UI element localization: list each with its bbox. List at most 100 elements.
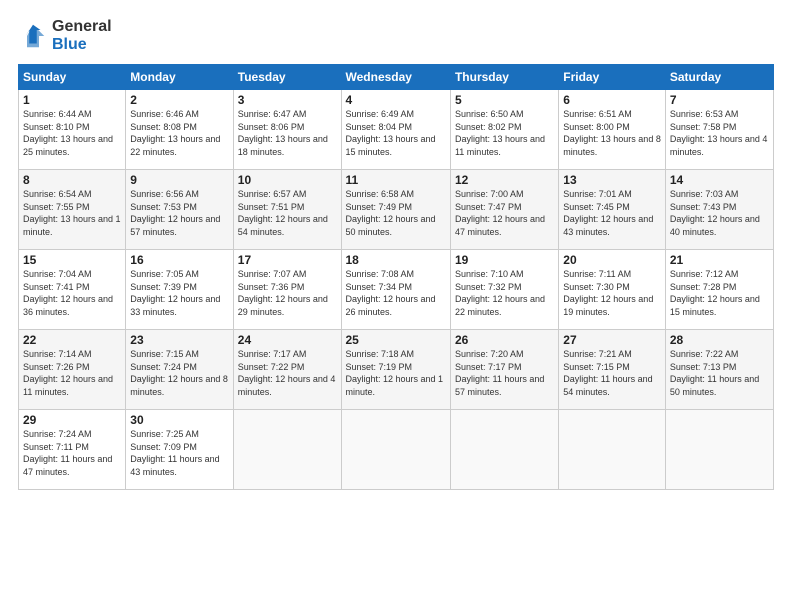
header: General Blue (18, 18, 774, 54)
calendar-day-cell: 7Sunrise: 6:53 AMSunset: 7:58 PMDaylight… (665, 90, 773, 170)
calendar-day-cell: 29Sunrise: 7:24 AMSunset: 7:11 PMDayligh… (19, 410, 126, 490)
calendar-header-sunday: Sunday (19, 65, 126, 90)
day-info: Sunrise: 7:20 AMSunset: 7:17 PMDaylight:… (455, 348, 554, 398)
day-info: Sunrise: 7:17 AMSunset: 7:22 PMDaylight:… (238, 348, 337, 398)
calendar-day-cell: 25Sunrise: 7:18 AMSunset: 7:19 PMDayligh… (341, 330, 450, 410)
day-info: Sunrise: 7:21 AMSunset: 7:15 PMDaylight:… (563, 348, 661, 398)
calendar-day-cell: 14Sunrise: 7:03 AMSunset: 7:43 PMDayligh… (665, 170, 773, 250)
calendar-week-row: 15Sunrise: 7:04 AMSunset: 7:41 PMDayligh… (19, 250, 774, 330)
calendar-day-cell: 17Sunrise: 7:07 AMSunset: 7:36 PMDayligh… (233, 250, 341, 330)
calendar-day-cell: 1Sunrise: 6:44 AMSunset: 8:10 PMDaylight… (19, 90, 126, 170)
day-info: Sunrise: 6:51 AMSunset: 8:00 PMDaylight:… (563, 108, 661, 158)
calendar-day-cell: 20Sunrise: 7:11 AMSunset: 7:30 PMDayligh… (559, 250, 666, 330)
day-info: Sunrise: 7:25 AMSunset: 7:09 PMDaylight:… (130, 428, 228, 478)
logo-text: General Blue (52, 18, 112, 54)
calendar-body: 1Sunrise: 6:44 AMSunset: 8:10 PMDaylight… (19, 90, 774, 490)
calendar-day-cell: 26Sunrise: 7:20 AMSunset: 7:17 PMDayligh… (450, 330, 558, 410)
calendar-empty-cell (341, 410, 450, 490)
day-number: 20 (563, 253, 661, 267)
calendar-day-cell: 18Sunrise: 7:08 AMSunset: 7:34 PMDayligh… (341, 250, 450, 330)
calendar-day-cell: 3Sunrise: 6:47 AMSunset: 8:06 PMDaylight… (233, 90, 341, 170)
day-info: Sunrise: 7:18 AMSunset: 7:19 PMDaylight:… (346, 348, 446, 398)
day-info: Sunrise: 7:05 AMSunset: 7:39 PMDaylight:… (130, 268, 228, 318)
day-number: 24 (238, 333, 337, 347)
day-number: 10 (238, 173, 337, 187)
day-number: 16 (130, 253, 228, 267)
calendar-empty-cell (450, 410, 558, 490)
calendar-day-cell: 28Sunrise: 7:22 AMSunset: 7:13 PMDayligh… (665, 330, 773, 410)
day-info: Sunrise: 7:07 AMSunset: 7:36 PMDaylight:… (238, 268, 337, 318)
day-info: Sunrise: 6:56 AMSunset: 7:53 PMDaylight:… (130, 188, 228, 238)
logo-icon (18, 21, 48, 51)
day-number: 30 (130, 413, 228, 427)
calendar-day-cell: 24Sunrise: 7:17 AMSunset: 7:22 PMDayligh… (233, 330, 341, 410)
day-number: 15 (23, 253, 121, 267)
calendar-table: SundayMondayTuesdayWednesdayThursdayFrid… (18, 64, 774, 490)
day-info: Sunrise: 7:24 AMSunset: 7:11 PMDaylight:… (23, 428, 121, 478)
day-number: 7 (670, 93, 769, 107)
day-info: Sunrise: 6:53 AMSunset: 7:58 PMDaylight:… (670, 108, 769, 158)
day-number: 22 (23, 333, 121, 347)
calendar-day-cell: 22Sunrise: 7:14 AMSunset: 7:26 PMDayligh… (19, 330, 126, 410)
day-info: Sunrise: 6:57 AMSunset: 7:51 PMDaylight:… (238, 188, 337, 238)
day-number: 25 (346, 333, 446, 347)
day-number: 23 (130, 333, 228, 347)
day-number: 28 (670, 333, 769, 347)
day-number: 5 (455, 93, 554, 107)
day-number: 9 (130, 173, 228, 187)
day-info: Sunrise: 6:46 AMSunset: 8:08 PMDaylight:… (130, 108, 228, 158)
day-info: Sunrise: 7:11 AMSunset: 7:30 PMDaylight:… (563, 268, 661, 318)
day-info: Sunrise: 7:08 AMSunset: 7:34 PMDaylight:… (346, 268, 446, 318)
day-number: 11 (346, 173, 446, 187)
day-number: 29 (23, 413, 121, 427)
calendar-day-cell: 16Sunrise: 7:05 AMSunset: 7:39 PMDayligh… (126, 250, 233, 330)
day-number: 1 (23, 93, 121, 107)
calendar-header-monday: Monday (126, 65, 233, 90)
day-number: 17 (238, 253, 337, 267)
calendar-week-row: 22Sunrise: 7:14 AMSunset: 7:26 PMDayligh… (19, 330, 774, 410)
calendar-day-cell: 21Sunrise: 7:12 AMSunset: 7:28 PMDayligh… (665, 250, 773, 330)
day-number: 14 (670, 173, 769, 187)
day-number: 3 (238, 93, 337, 107)
calendar-day-cell: 4Sunrise: 6:49 AMSunset: 8:04 PMDaylight… (341, 90, 450, 170)
calendar-day-cell: 19Sunrise: 7:10 AMSunset: 7:32 PMDayligh… (450, 250, 558, 330)
day-info: Sunrise: 7:15 AMSunset: 7:24 PMDaylight:… (130, 348, 228, 398)
day-info: Sunrise: 7:10 AMSunset: 7:32 PMDaylight:… (455, 268, 554, 318)
day-number: 13 (563, 173, 661, 187)
calendar-day-cell: 11Sunrise: 6:58 AMSunset: 7:49 PMDayligh… (341, 170, 450, 250)
day-number: 19 (455, 253, 554, 267)
day-info: Sunrise: 6:54 AMSunset: 7:55 PMDaylight:… (23, 188, 121, 238)
calendar-header-thursday: Thursday (450, 65, 558, 90)
day-number: 26 (455, 333, 554, 347)
day-number: 6 (563, 93, 661, 107)
calendar-day-cell: 23Sunrise: 7:15 AMSunset: 7:24 PMDayligh… (126, 330, 233, 410)
calendar-day-cell: 5Sunrise: 6:50 AMSunset: 8:02 PMDaylight… (450, 90, 558, 170)
calendar-day-cell: 30Sunrise: 7:25 AMSunset: 7:09 PMDayligh… (126, 410, 233, 490)
day-info: Sunrise: 6:49 AMSunset: 8:04 PMDaylight:… (346, 108, 446, 158)
calendar-empty-cell (233, 410, 341, 490)
day-info: Sunrise: 7:12 AMSunset: 7:28 PMDaylight:… (670, 268, 769, 318)
logo: General Blue (18, 18, 112, 54)
calendar-day-cell: 9Sunrise: 6:56 AMSunset: 7:53 PMDaylight… (126, 170, 233, 250)
day-info: Sunrise: 7:00 AMSunset: 7:47 PMDaylight:… (455, 188, 554, 238)
calendar-week-row: 29Sunrise: 7:24 AMSunset: 7:11 PMDayligh… (19, 410, 774, 490)
day-info: Sunrise: 7:03 AMSunset: 7:43 PMDaylight:… (670, 188, 769, 238)
day-number: 8 (23, 173, 121, 187)
calendar-header-tuesday: Tuesday (233, 65, 341, 90)
calendar-week-row: 1Sunrise: 6:44 AMSunset: 8:10 PMDaylight… (19, 90, 774, 170)
calendar-day-cell: 8Sunrise: 6:54 AMSunset: 7:55 PMDaylight… (19, 170, 126, 250)
page: General Blue SundayMondayTuesdayWednesda… (0, 0, 792, 612)
calendar-empty-cell (559, 410, 666, 490)
calendar-day-cell: 13Sunrise: 7:01 AMSunset: 7:45 PMDayligh… (559, 170, 666, 250)
day-info: Sunrise: 7:04 AMSunset: 7:41 PMDaylight:… (23, 268, 121, 318)
calendar-day-cell: 12Sunrise: 7:00 AMSunset: 7:47 PMDayligh… (450, 170, 558, 250)
day-info: Sunrise: 6:58 AMSunset: 7:49 PMDaylight:… (346, 188, 446, 238)
day-number: 2 (130, 93, 228, 107)
calendar-day-cell: 2Sunrise: 6:46 AMSunset: 8:08 PMDaylight… (126, 90, 233, 170)
day-info: Sunrise: 6:47 AMSunset: 8:06 PMDaylight:… (238, 108, 337, 158)
calendar-week-row: 8Sunrise: 6:54 AMSunset: 7:55 PMDaylight… (19, 170, 774, 250)
calendar-header-row: SundayMondayTuesdayWednesdayThursdayFrid… (19, 65, 774, 90)
day-number: 12 (455, 173, 554, 187)
day-info: Sunrise: 6:44 AMSunset: 8:10 PMDaylight:… (23, 108, 121, 158)
calendar-day-cell: 15Sunrise: 7:04 AMSunset: 7:41 PMDayligh… (19, 250, 126, 330)
